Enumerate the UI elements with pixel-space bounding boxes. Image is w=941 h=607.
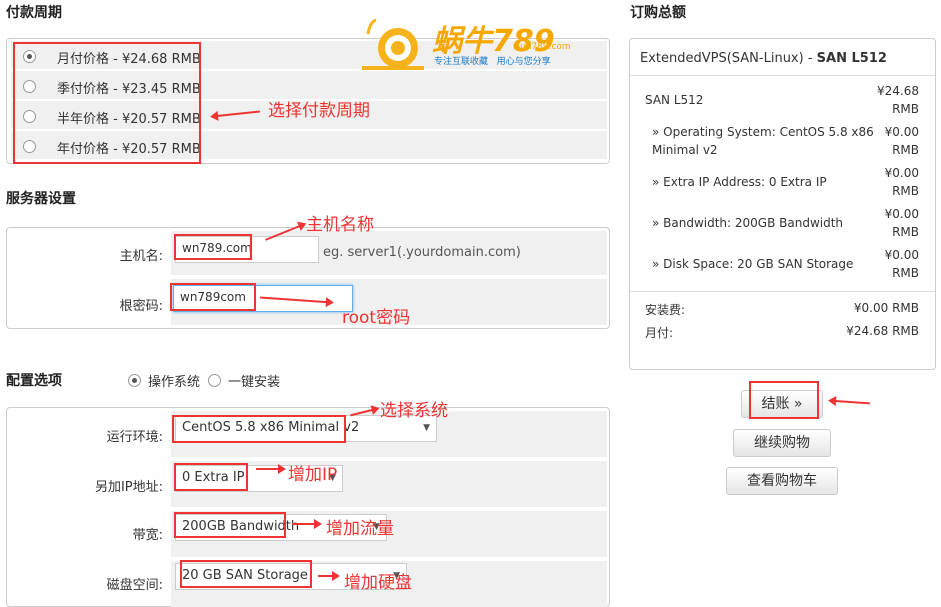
disk-arrow: [318, 571, 340, 581]
summary-title: 订购总额: [630, 5, 686, 21]
extra-ip-label: 另加IP地址:: [94, 480, 163, 495]
divider: [630, 75, 935, 76]
billing-title: 付款周期: [6, 5, 62, 21]
tab-oneclick-radio[interactable]: [208, 374, 221, 387]
ip-annotation: 增加IP: [288, 465, 338, 485]
root-password-label: 根密码:: [119, 299, 163, 314]
summary-item-ip: » Extra IP Address: 0 Extra IP: [652, 175, 827, 189]
divider: [630, 291, 935, 292]
bandwidth-highlight: [174, 512, 286, 538]
disk-annotation: 增加硬盘: [344, 573, 412, 593]
disk-label: 磁盘空间:: [106, 578, 163, 593]
bandwidth-arrow: [292, 519, 322, 529]
server-title: 服务器设置: [6, 191, 76, 207]
os-highlight: [172, 415, 346, 443]
site-logo: 蜗牛789 un789.com 专注互联收藏 用心与您分享: [360, 14, 590, 74]
hostname-annotation: 主机名称: [306, 215, 374, 235]
hostname-label: 主机名:: [119, 249, 163, 264]
snail-icon: [362, 18, 424, 70]
os-label: 运行环境:: [106, 430, 163, 445]
monthly-value: ¥24.68 RMB: [846, 324, 919, 338]
tab-os-radio[interactable]: [128, 374, 141, 387]
checkout-highlight: [749, 381, 819, 419]
setup-fee-value: ¥0.00 RMB: [853, 301, 919, 315]
root-highlight: [170, 283, 256, 311]
summary-item-disk: » Disk Space: 20 GB SAN Storage: [652, 257, 854, 271]
billing-highlight: [13, 42, 201, 164]
tab-oneclick-label[interactable]: 一键安装: [228, 371, 280, 390]
chevron-down-icon: ▼: [423, 423, 430, 433]
config-title: 配置选项: [6, 373, 62, 389]
logo-domain: un789.com: [520, 42, 571, 52]
summary-item-bandwidth: » Bandwidth: 200GB Bandwidth: [652, 216, 844, 230]
summary-item-os: » Operating System: CentOS 5.8 x86: [652, 125, 874, 139]
tab-os-label[interactable]: 操作系统: [148, 371, 200, 390]
billing-annotation: 选择付款周期: [268, 101, 370, 121]
setup-fee-label: 安装费:: [645, 303, 686, 317]
view-cart-button[interactable]: 查看购物车: [726, 467, 838, 495]
summary-item-base: SAN L512: [645, 93, 704, 107]
ip-arrow: [256, 464, 286, 474]
summary-product: ExtendedVPS(SAN-Linux) - SAN L512: [640, 51, 887, 66]
server-panel: 主机名: wn789.com eg. server1(.yourdomain.c…: [6, 227, 610, 329]
ip-highlight: [174, 463, 248, 491]
monthly-label: 月付:: [645, 326, 674, 340]
checkout-arrow: [829, 399, 871, 405]
root-annotation: root密码: [342, 308, 411, 328]
summary-panel: ExtendedVPS(SAN-Linux) - SAN L512 SAN L5…: [629, 38, 936, 370]
logo-slogan: 专注互联收藏 用心与您分享: [434, 57, 551, 67]
hostname-highlight: [174, 234, 252, 260]
hostname-hint: eg. server1(.yourdomain.com): [323, 245, 521, 260]
os-annotation: 选择系统: [380, 401, 448, 421]
disk-highlight: [180, 560, 312, 588]
bandwidth-label: 带宽:: [132, 528, 163, 543]
bandwidth-annotation: 增加流量: [326, 519, 394, 539]
continue-shopping-button[interactable]: 继续购物: [733, 429, 831, 457]
